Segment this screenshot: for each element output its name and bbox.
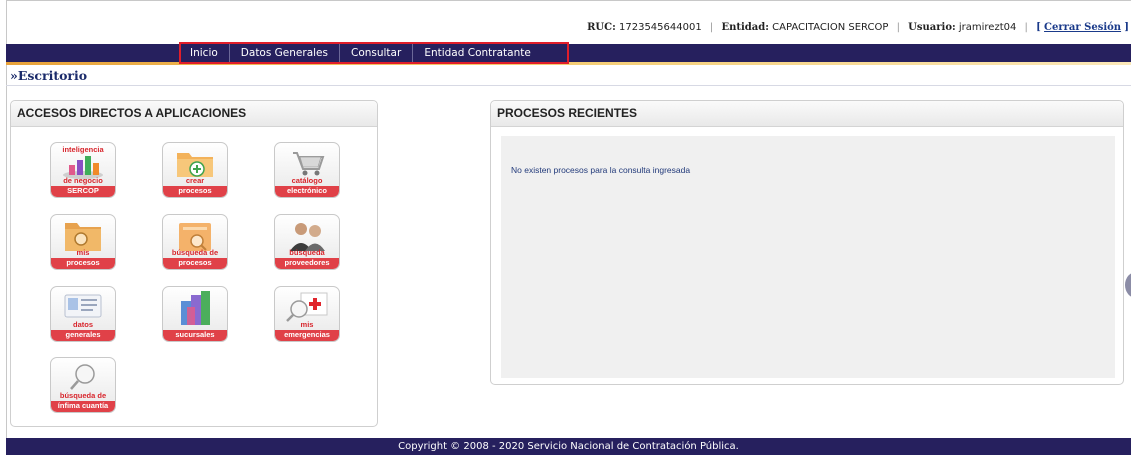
empty-message: No existen procesos para la consulta ing… bbox=[511, 165, 691, 175]
procesos-recientes-panel: PROCESOS RECIENTES No existen procesos p… bbox=[490, 100, 1124, 385]
breadcrumb: »Escritorio bbox=[10, 68, 88, 83]
usuario-label: Usuario: bbox=[908, 22, 956, 33]
accesos-directos-panel: ACCESOS DIRECTOS A APLICACIONES intelige… bbox=[10, 100, 378, 427]
procesos-list: No existen procesos para la consulta ing… bbox=[501, 136, 1115, 378]
tile-busqueda-infima-cuantia[interactable]: búsqueda de ínfima cuantía bbox=[50, 357, 116, 413]
logout-bracket-close: ] bbox=[1124, 22, 1129, 33]
tile-crear-procesos[interactable]: crear procesos bbox=[162, 142, 228, 198]
tile-label: búsqueda proveedores bbox=[275, 249, 339, 269]
accesos-directos-title: ACCESOS DIRECTOS A APLICACIONES bbox=[11, 101, 377, 127]
tile-sucursales[interactable]: sucursales bbox=[162, 286, 228, 342]
tile-busqueda-procesos[interactable]: búsqueda de procesos bbox=[162, 214, 228, 270]
logout-bracket-open: [ bbox=[1036, 22, 1041, 33]
separator: | bbox=[709, 22, 714, 33]
tile-mis-procesos[interactable]: mis procesos bbox=[50, 214, 116, 270]
procesos-recientes-title: PROCESOS RECIENTES bbox=[491, 101, 1123, 127]
tile-inteligencia-negocio[interactable]: inteligencia de negocio SERCOP bbox=[50, 142, 116, 198]
ruc-value: 1723545644001 bbox=[619, 22, 702, 33]
entidad-label: Entidad: bbox=[721, 22, 769, 33]
tile-top-text: inteligencia bbox=[62, 145, 104, 154]
user-info-bar: RUC: 1723545644001 | Entidad: CAPACITACI… bbox=[587, 18, 1129, 38]
tile-label: búsqueda de ínfima cuantía bbox=[51, 392, 115, 412]
tile-label: de negocio SERCOP bbox=[51, 177, 115, 197]
tile-busqueda-proveedores[interactable]: búsqueda proveedores bbox=[274, 214, 340, 270]
separator: | bbox=[1024, 22, 1028, 33]
tile-label: sucursales bbox=[163, 329, 227, 341]
logout-link[interactable]: Cerrar Sesión bbox=[1044, 22, 1121, 33]
tile-label: datos generales bbox=[51, 321, 115, 341]
tile-mis-emergencias[interactable]: mis emergencias bbox=[274, 286, 340, 342]
tile-datos-generales[interactable]: datos generales bbox=[50, 286, 116, 342]
ruc-label: RUC: bbox=[587, 22, 616, 33]
breadcrumb-divider bbox=[6, 85, 1131, 86]
footer-copyright: Copyright © 2008 - 2020 Servicio Naciona… bbox=[6, 438, 1131, 455]
tile-label: crear procesos bbox=[163, 177, 227, 197]
entidad-value: CAPACITACION SERCOP bbox=[772, 22, 889, 33]
buildings-icon bbox=[163, 287, 227, 325]
tile-label: mis procesos bbox=[51, 249, 115, 269]
tile-label: búsqueda de procesos bbox=[163, 249, 227, 269]
tile-label: catálogo electrónico bbox=[275, 177, 339, 197]
separator: | bbox=[896, 22, 900, 33]
tile-label: mis emergencias bbox=[275, 321, 339, 341]
usuario-value: jramirezt04 bbox=[958, 22, 1017, 33]
nav-highlight-box bbox=[179, 42, 569, 64]
tile-catalogo-electronico[interactable]: catálogo electrónico bbox=[274, 142, 340, 198]
